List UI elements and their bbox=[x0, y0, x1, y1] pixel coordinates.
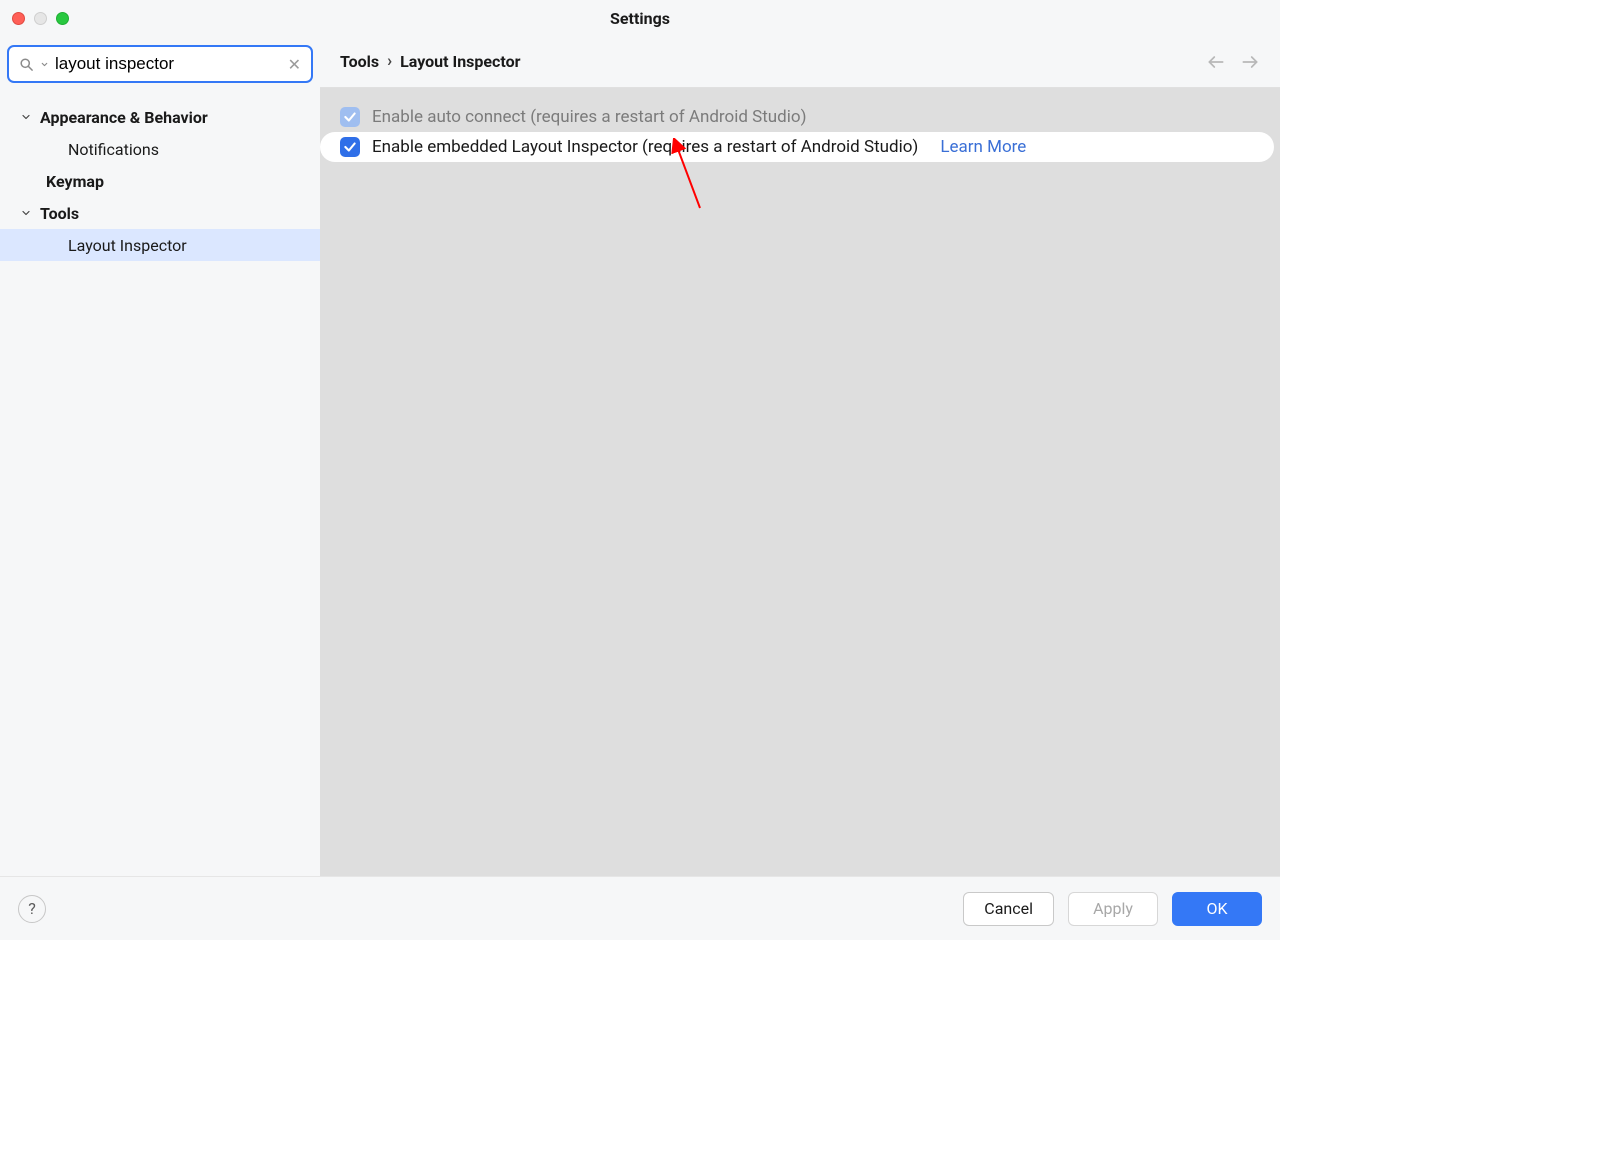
footer: ? Cancel Apply OK bbox=[0, 876, 1280, 940]
window-title: Settings bbox=[610, 9, 670, 28]
tree-label: Keymap bbox=[46, 172, 104, 191]
zoom-window-button[interactable] bbox=[56, 12, 69, 25]
tree-item-keymap[interactable]: Keymap bbox=[0, 165, 320, 197]
clear-search-icon[interactable]: ✕ bbox=[286, 55, 303, 74]
checkbox-auto-connect[interactable] bbox=[340, 107, 360, 127]
option-embedded-inspector[interactable]: Enable embedded Layout Inspector (requir… bbox=[320, 132, 1274, 162]
breadcrumb-item[interactable]: Layout Inspector bbox=[400, 52, 520, 71]
apply-button[interactable]: Apply bbox=[1068, 892, 1158, 926]
minimize-window-button[interactable] bbox=[34, 12, 47, 25]
cancel-button[interactable]: Cancel bbox=[963, 892, 1054, 926]
tree-label: Notifications bbox=[68, 140, 159, 159]
breadcrumb-bar: Tools › Layout Inspector bbox=[320, 36, 1280, 88]
titlebar: Settings bbox=[0, 0, 1280, 36]
sidebar: ✕ Appearance & Behavior Notifications Ke… bbox=[0, 36, 320, 876]
breadcrumb-nav bbox=[1206, 52, 1260, 72]
settings-tree: Appearance & Behavior Notifications Keym… bbox=[0, 89, 320, 261]
tree-item-tools[interactable]: Tools bbox=[0, 197, 320, 229]
search-icon bbox=[19, 57, 34, 72]
tree-item-notifications[interactable]: Notifications bbox=[0, 133, 320, 165]
tree-label: Appearance & Behavior bbox=[40, 108, 208, 127]
search-options-chevron-icon[interactable] bbox=[40, 60, 49, 69]
back-button[interactable] bbox=[1206, 52, 1226, 72]
forward-button[interactable] bbox=[1240, 52, 1260, 72]
option-label: Enable auto connect (requires a restart … bbox=[372, 107, 807, 127]
learn-more-link[interactable]: Learn More bbox=[940, 137, 1026, 157]
settings-panel: Enable auto connect (requires a restart … bbox=[320, 88, 1280, 876]
checkbox-embedded-inspector[interactable] bbox=[340, 137, 360, 157]
settings-window: Settings ✕ bbox=[0, 0, 1280, 940]
close-window-button[interactable] bbox=[12, 12, 25, 25]
breadcrumb-separator: › bbox=[387, 52, 392, 71]
search-input[interactable] bbox=[55, 54, 280, 74]
ok-button[interactable]: OK bbox=[1172, 892, 1262, 926]
chevron-down-icon bbox=[18, 207, 34, 219]
tree-label: Layout Inspector bbox=[68, 236, 187, 255]
option-auto-connect[interactable]: Enable auto connect (requires a restart … bbox=[320, 102, 1280, 132]
help-button[interactable]: ? bbox=[18, 895, 46, 923]
search-wrap: ✕ bbox=[0, 36, 320, 89]
chevron-down-icon bbox=[18, 111, 34, 123]
breadcrumb-item[interactable]: Tools bbox=[340, 52, 379, 71]
window-controls bbox=[0, 12, 69, 25]
search-box[interactable]: ✕ bbox=[7, 45, 313, 83]
tree-label: Tools bbox=[40, 204, 79, 223]
option-label: Enable embedded Layout Inspector (requir… bbox=[372, 137, 918, 157]
content: Tools › Layout Inspector E bbox=[320, 36, 1280, 876]
tree-item-layout-inspector[interactable]: Layout Inspector bbox=[0, 229, 320, 261]
body: ✕ Appearance & Behavior Notifications Ke… bbox=[0, 36, 1280, 876]
tree-item-appearance[interactable]: Appearance & Behavior bbox=[0, 101, 320, 133]
